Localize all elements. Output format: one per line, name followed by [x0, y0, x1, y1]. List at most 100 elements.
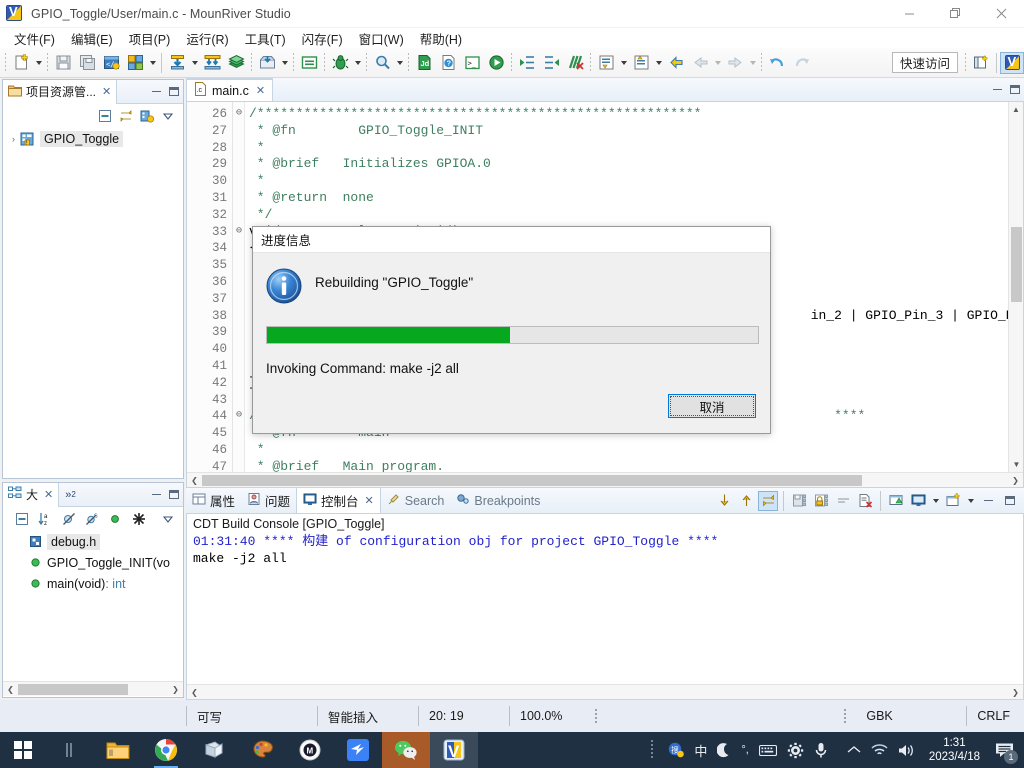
maximize-icon[interactable] [1006, 78, 1024, 101]
build-config-icon[interactable]: </> [100, 52, 122, 74]
close-icon[interactable]: ✕ [44, 488, 53, 501]
status-handle[interactable] [844, 709, 847, 723]
close-icon[interactable]: ✕ [256, 84, 265, 97]
scroll-lock-down-icon[interactable] [714, 491, 734, 511]
restore-button[interactable] [932, 0, 978, 28]
view-menu-icon[interactable] [159, 107, 177, 125]
debug-bug-icon[interactable] [329, 52, 351, 74]
build-all-icon[interactable] [124, 52, 146, 74]
save-console-icon[interactable] [789, 491, 809, 511]
keyboard-icon[interactable] [754, 744, 782, 757]
run-icon[interactable] [485, 52, 507, 74]
tab-properties[interactable]: 属性 [186, 488, 241, 513]
hscroll-thumb[interactable] [18, 683, 128, 695]
editor-vscrollbar[interactable]: ▲ ▼ [1008, 102, 1023, 487]
scroll-left-icon[interactable]: ❮ [187, 476, 202, 485]
undo-arrow-icon[interactable] [766, 52, 788, 74]
scroll-left-icon[interactable]: ❮ [187, 688, 202, 697]
new-console-dropdown-icon[interactable] [965, 490, 976, 512]
cancel-button[interactable]: 取消 [668, 394, 756, 418]
scroll-right-icon[interactable]: ❯ [168, 685, 183, 694]
file-explorer-icon[interactable] [94, 732, 142, 768]
view-overflow-indicator[interactable]: » 2 [59, 483, 82, 506]
minimize-icon[interactable] [147, 483, 165, 506]
link-editor-icon[interactable] [117, 107, 135, 125]
new-file-icon[interactable] [10, 52, 32, 74]
tab-main-c[interactable]: .c main.c ✕ [186, 78, 274, 101]
scroll-right-icon[interactable]: ❯ [1008, 688, 1023, 697]
hscroll-thumb[interactable] [202, 474, 862, 486]
collapse-all-icon[interactable] [13, 510, 30, 528]
tab-outline[interactable]: 大 ✕ [3, 483, 60, 507]
console-output[interactable]: CDT Build Console [GPIO_Toggle] 01:31:40… [186, 514, 1024, 700]
outdent-icon[interactable] [540, 52, 562, 74]
minimize-icon[interactable] [147, 80, 165, 103]
chevron-right-icon[interactable]: › [7, 134, 20, 144]
fold-toggle-icon[interactable]: ⊖ [233, 408, 245, 425]
open-perspective-icon[interactable] [969, 52, 993, 74]
hide-local-icon[interactable] [130, 510, 147, 528]
tab-breakpoints[interactable]: Breakpoints [450, 488, 546, 513]
settings-gear-icon[interactable] [782, 742, 809, 759]
volume-icon[interactable] [893, 743, 921, 758]
fold-toggle-icon[interactable]: ⊖ [233, 224, 245, 241]
back-dropdown-icon[interactable] [712, 52, 723, 74]
collapse-all-icon[interactable] [96, 107, 114, 125]
lock-console-icon[interactable] [811, 491, 831, 511]
download-dropdown-icon[interactable] [189, 52, 200, 74]
scroll-right-icon[interactable]: ❯ [1008, 476, 1023, 485]
outline-item-main[interactable]: main(void) : int [3, 573, 183, 594]
debug-dropdown-icon[interactable] [352, 52, 363, 74]
vscroll-thumb[interactable] [1011, 227, 1022, 302]
ime-moon-icon[interactable] [712, 742, 736, 758]
library-icon[interactable] [225, 52, 247, 74]
build-all-dropdown-icon[interactable] [147, 52, 158, 74]
javadoc-icon[interactable]: Jd [413, 52, 435, 74]
maximize-icon[interactable] [165, 80, 183, 103]
tab-problems[interactable]: 问题 [241, 488, 296, 513]
maximize-icon[interactable] [1000, 491, 1020, 511]
editor-hscrollbar[interactable]: ❮ ❯ [187, 472, 1023, 487]
outline-hscrollbar[interactable]: ❮ ❯ [3, 681, 183, 696]
next-annotation-icon[interactable] [595, 52, 617, 74]
prev-annotation-icon[interactable] [630, 52, 652, 74]
menu-tools[interactable]: 工具(T) [237, 27, 294, 50]
menu-window[interactable]: 窗口(W) [351, 27, 412, 50]
tree-item-gpio-toggle[interactable]: › ! GPIO_Toggle [3, 128, 183, 149]
wechat-icon[interactable] [382, 732, 430, 768]
scroll-left-icon[interactable]: ❮ [3, 685, 18, 694]
display-dropdown-icon[interactable] [930, 490, 941, 512]
close-icon[interactable]: ✕ [102, 85, 111, 98]
paint-icon[interactable] [238, 732, 286, 768]
tab-console[interactable]: 控制台 ✕ [296, 488, 381, 513]
download-all-icon[interactable] [201, 52, 223, 74]
import-dropdown-icon[interactable] [279, 52, 290, 74]
perspective-mrs-icon[interactable] [1000, 51, 1024, 74]
display-console-icon[interactable] [908, 491, 928, 511]
save-all-icon[interactable] [76, 52, 98, 74]
forward-dropdown-icon[interactable] [747, 52, 758, 74]
close-icon[interactable]: ✕ [365, 494, 374, 507]
sticky-notes-icon[interactable] [190, 732, 238, 768]
maximize-icon[interactable] [165, 483, 183, 506]
back-icon[interactable] [689, 52, 711, 74]
menu-project[interactable]: 项目(P) [121, 27, 179, 50]
prev-annotation-dropdown-icon[interactable] [653, 52, 664, 74]
hide-fields-icon[interactable] [60, 510, 77, 528]
chrome-icon[interactable] [142, 732, 190, 768]
scroll-down-icon[interactable]: ▼ [1009, 457, 1023, 471]
show-hidden-icon[interactable] [833, 745, 866, 755]
tab-project-explorer[interactable]: 项目资源管... ✕ [3, 80, 118, 104]
close-button[interactable] [978, 0, 1024, 28]
console-icon[interactable]: >_ [461, 52, 483, 74]
hide-static-icon[interactable]: S [83, 510, 100, 528]
new-file-dropdown-icon[interactable] [33, 52, 44, 74]
search-icon[interactable] [371, 52, 393, 74]
minimize-icon[interactable] [978, 491, 998, 511]
last-edit-location-icon[interactable] [665, 52, 687, 74]
status-handle[interactable] [595, 709, 597, 723]
import-icon[interactable] [256, 52, 278, 74]
clear-console-icon[interactable] [855, 491, 875, 511]
ime-chinese-icon[interactable]: 中 [689, 741, 712, 760]
taskbar-clock[interactable]: 1:31 2023/4/18 [921, 736, 988, 764]
